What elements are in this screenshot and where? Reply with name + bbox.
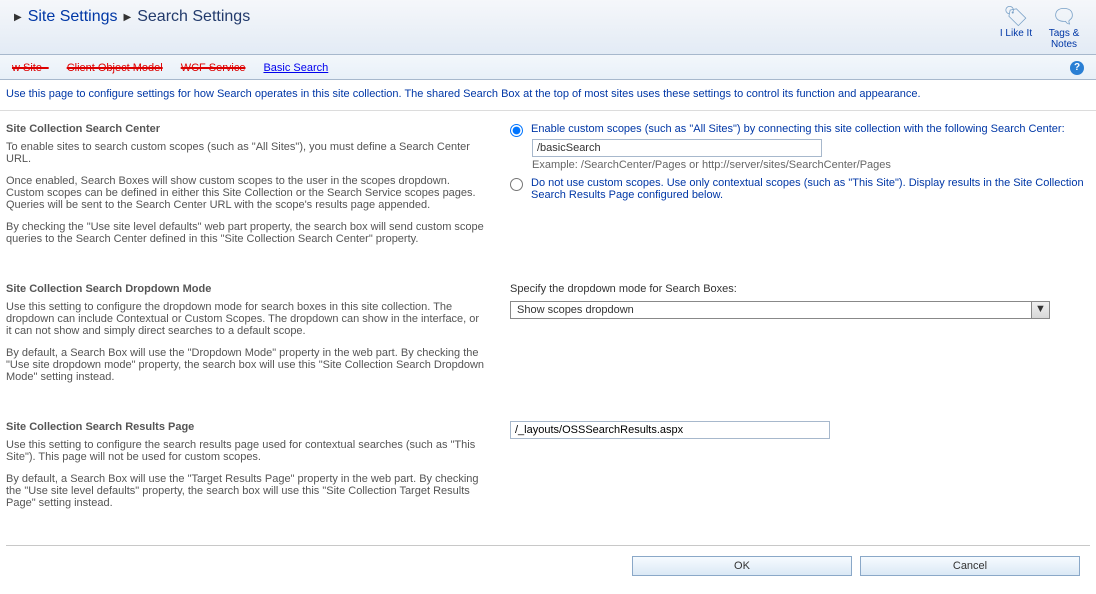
tags-label: Tags & Notes bbox=[1044, 28, 1084, 50]
content: Site Collection Search Center To enable … bbox=[0, 111, 1096, 594]
chevron-right-icon: ▶ bbox=[14, 12, 22, 23]
chevron-right-icon: ▶ bbox=[124, 12, 132, 23]
footer-buttons: OK Cancel bbox=[6, 556, 1090, 588]
radio-label: Enable custom scopes (such as "All Sites… bbox=[531, 123, 1065, 135]
radio-no-custom-scopes[interactable] bbox=[510, 178, 523, 191]
subnav: w Site - Client Object Model WCF Service… bbox=[0, 55, 1096, 80]
radio-enable-custom-scopes[interactable] bbox=[510, 124, 523, 137]
help-icon[interactable]: ? bbox=[1070, 61, 1084, 75]
page-header: ▶ Site Settings ▶ Search Settings 🏷 I Li… bbox=[0, 0, 1096, 55]
nav-item-struck: Client Object Model bbox=[67, 62, 163, 74]
section-desc: By default, a Search Box will use the "T… bbox=[6, 473, 486, 509]
section-desc: By default, a Search Box will use the "D… bbox=[6, 347, 486, 383]
ribbon-actions: 🏷 I Like It 🗨 Tags & Notes bbox=[996, 6, 1084, 50]
radio-label: Do not use custom scopes. Use only conte… bbox=[531, 177, 1090, 201]
section-title: Site Collection Search Results Page bbox=[6, 421, 486, 433]
note-icon: 🗨 bbox=[1044, 6, 1084, 28]
results-page-input[interactable] bbox=[510, 421, 830, 439]
tags-notes-button[interactable]: 🗨 Tags & Notes bbox=[1044, 6, 1084, 50]
section-search-center: Site Collection Search Center To enable … bbox=[6, 119, 1090, 275]
section-title: Site Collection Search Center bbox=[6, 123, 486, 135]
chevron-down-icon: ▼ bbox=[1031, 302, 1049, 318]
section-desc: To enable sites to search custom scopes … bbox=[6, 141, 486, 165]
like-label: I Like It bbox=[996, 28, 1036, 39]
section-dropdown-mode: Site Collection Search Dropdown Mode Use… bbox=[6, 275, 1090, 413]
select-value: Show scopes dropdown bbox=[511, 302, 1031, 318]
cancel-button[interactable]: Cancel bbox=[860, 556, 1080, 576]
search-center-url-input[interactable] bbox=[532, 139, 822, 157]
section-desc: Use this setting to configure the dropdo… bbox=[6, 301, 486, 337]
section-desc: By checking the "Use site level defaults… bbox=[6, 221, 486, 245]
breadcrumb: ▶ Site Settings ▶ Search Settings bbox=[12, 6, 250, 26]
like-button[interactable]: 🏷 I Like It bbox=[996, 6, 1036, 50]
section-desc: Once enabled, Search Boxes will show cus… bbox=[6, 175, 486, 211]
tag-icon: 🏷 bbox=[996, 6, 1036, 28]
divider bbox=[6, 545, 1090, 546]
field-label: Specify the dropdown mode for Search Box… bbox=[510, 283, 1090, 295]
ok-button[interactable]: OK bbox=[632, 556, 852, 576]
intro-text: Use this page to configure settings for … bbox=[0, 80, 1096, 111]
nav-item-struck: w Site - bbox=[12, 62, 49, 74]
section-results-page: Site Collection Search Results Page Use … bbox=[6, 413, 1090, 539]
section-desc: Use this setting to configure the search… bbox=[6, 439, 486, 463]
nav-item-basic-search[interactable]: Basic Search bbox=[263, 62, 328, 74]
example-text: Example: /SearchCenter/Pages or http://s… bbox=[532, 159, 1090, 171]
dropdown-mode-select[interactable]: Show scopes dropdown ▼ bbox=[510, 301, 1050, 319]
nav-item-struck: WCF Service bbox=[181, 62, 246, 74]
subnav-links: w Site - Client Object Model WCF Service… bbox=[12, 62, 328, 74]
section-title: Site Collection Search Dropdown Mode bbox=[6, 283, 486, 295]
page-title: Search Settings bbox=[137, 8, 250, 26]
breadcrumb-parent-link[interactable]: Site Settings bbox=[28, 8, 118, 26]
